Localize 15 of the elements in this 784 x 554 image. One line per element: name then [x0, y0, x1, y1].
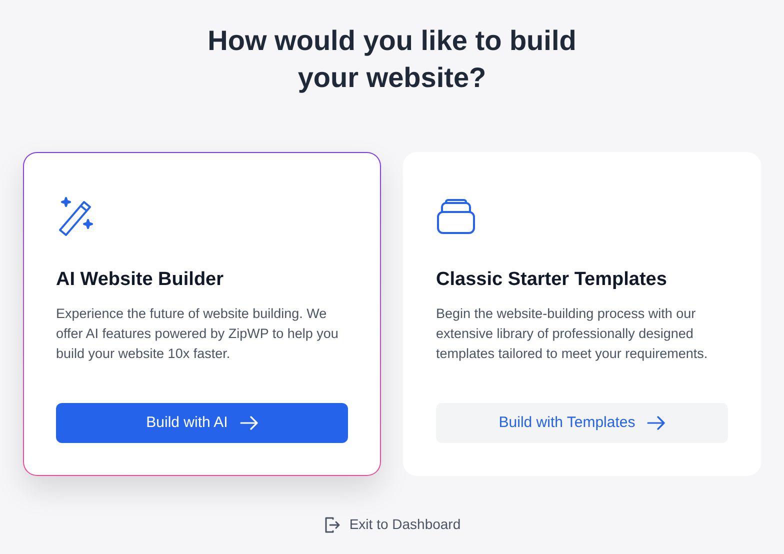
- option-card[interactable]: Classic Starter Templates Begin the website-building process with our extensive library of professionally designed templates tailored to meet your requirements. Build with Templates: [403, 152, 761, 476]
- page-heading: How would you like to build your website?: [206, 24, 578, 95]
- build-button[interactable]: Build with AI: [56, 403, 348, 443]
- card-title: AI Website Builder: [56, 268, 225, 292]
- exit-icon: [323, 516, 342, 534]
- arrow-right-icon: [647, 416, 666, 430]
- exit-link[interactable]: Exit to Dashboard: [323, 514, 461, 535]
- build-button[interactable]: Build with Templates: [436, 403, 728, 443]
- exit-label: Exit to Dashboard: [349, 515, 461, 534]
- card-title: Classic Starter Templates: [436, 268, 668, 292]
- card-description: Begin the website-building process with our extensive library of professionally designed templates tailored to meet your requirements.: [436, 305, 709, 363]
- arrow-right-icon: [240, 416, 258, 430]
- stacked-layers-icon: [436, 199, 476, 235]
- option-card[interactable]: AI Website Builder Experience the future of website building. We offer AI features powered by ZipWP to help you build your website 10x faster. Build with AI: [23, 152, 381, 476]
- card-description: Experience the future of website building. We offer AI features powered by ZipWP to help you build your website 10x faster.: [56, 305, 340, 363]
